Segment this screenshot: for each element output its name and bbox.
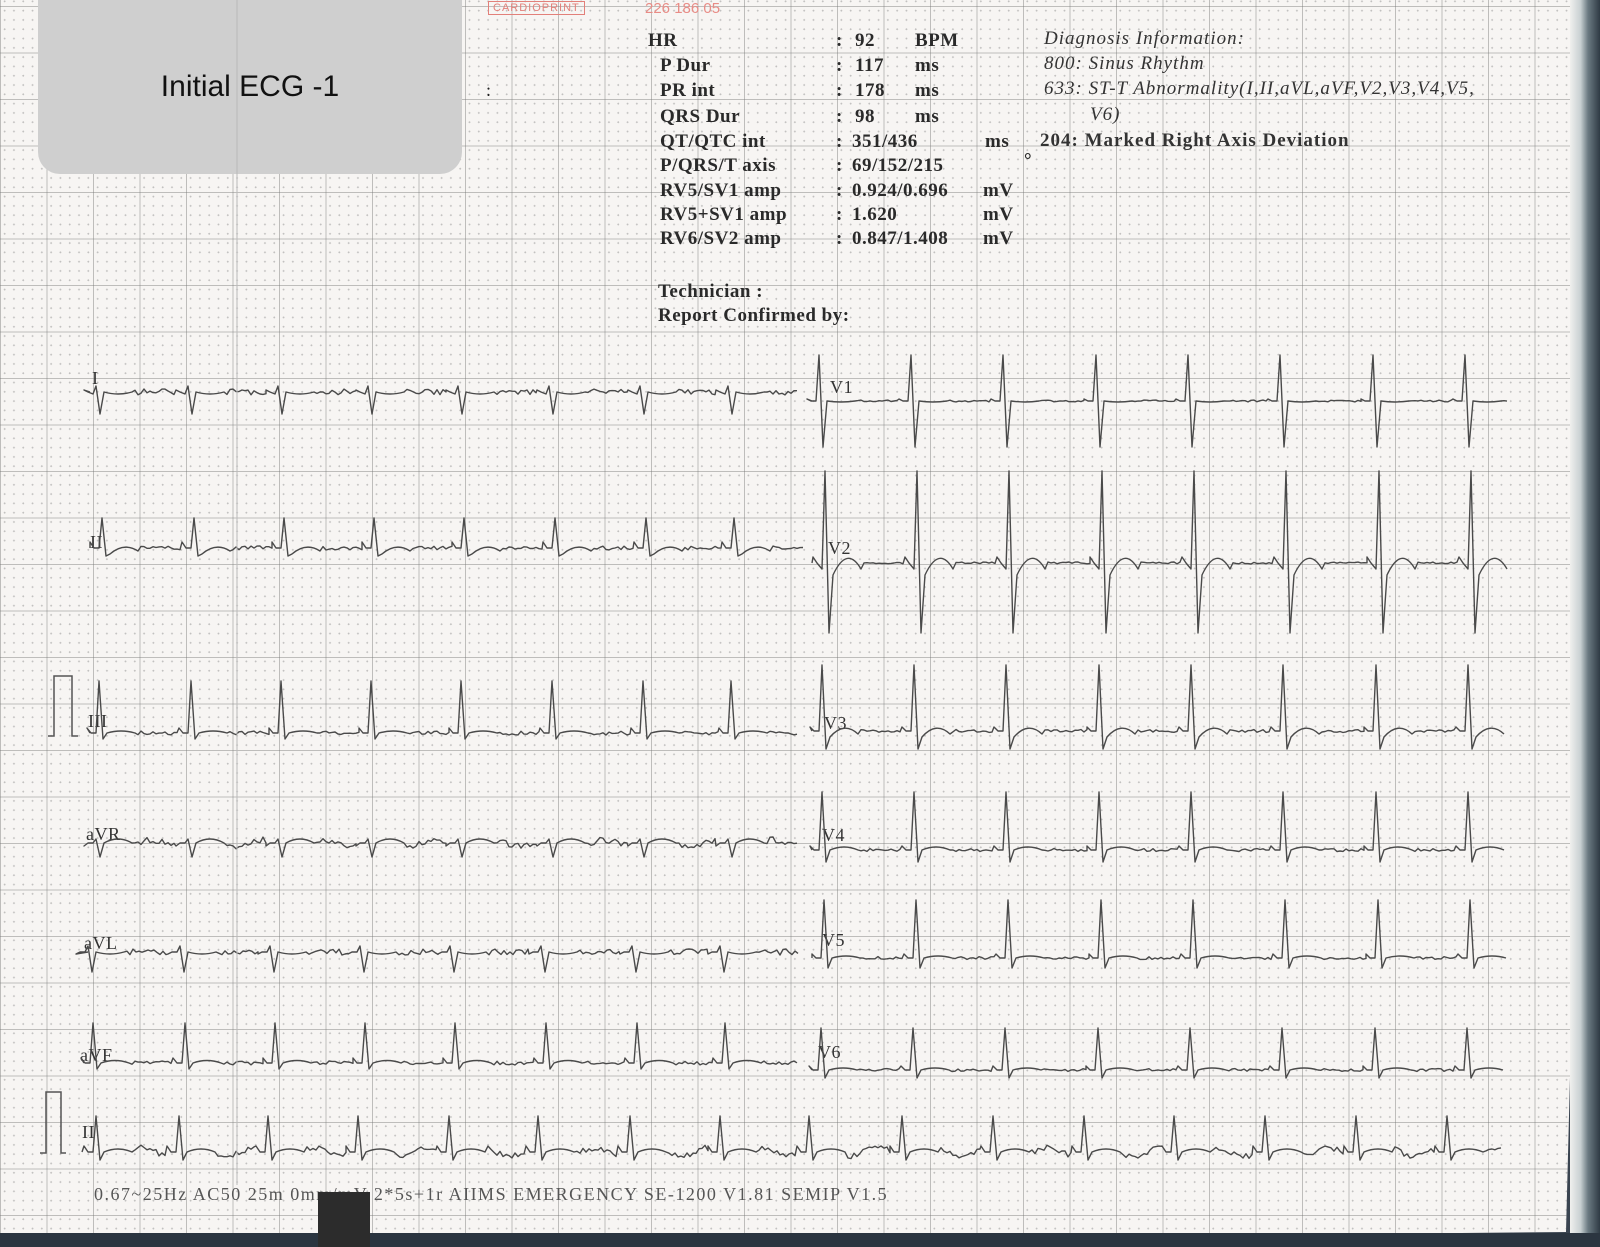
ecg-trace-lead-iii (86, 680, 798, 740)
ecg-trace-lead-v3 (809, 664, 1505, 750)
calibration-pulse (40, 1091, 66, 1154)
ecg-trace-lead-i (83, 385, 797, 415)
ecg-trace-lead-v5 (811, 899, 1507, 969)
dark-tab (318, 1192, 370, 1247)
ecg-trace-lead-avr (83, 836, 798, 858)
ecg-trace-lead-avf (80, 1022, 798, 1070)
ecg-trace-lead-avl (75, 945, 799, 973)
ecg-trace-lead-v1 (806, 354, 1508, 448)
footer-settings: 0.67~25Hz AC50 25m 0mm/mV 2*5s+1r AIIMS … (94, 1184, 889, 1204)
ecg-trace-lead-v6 (808, 1027, 1504, 1079)
calibration-pulse (48, 675, 78, 737)
ecg-trace-lead-ii (89, 517, 804, 557)
ecg-traces (40, 0, 1508, 1185)
ecg-trace-lead-v4 (809, 791, 1505, 863)
ecg-trace-rhythm-ii (81, 1115, 1502, 1161)
ecg-trace-lead-v2 (811, 470, 1508, 634)
